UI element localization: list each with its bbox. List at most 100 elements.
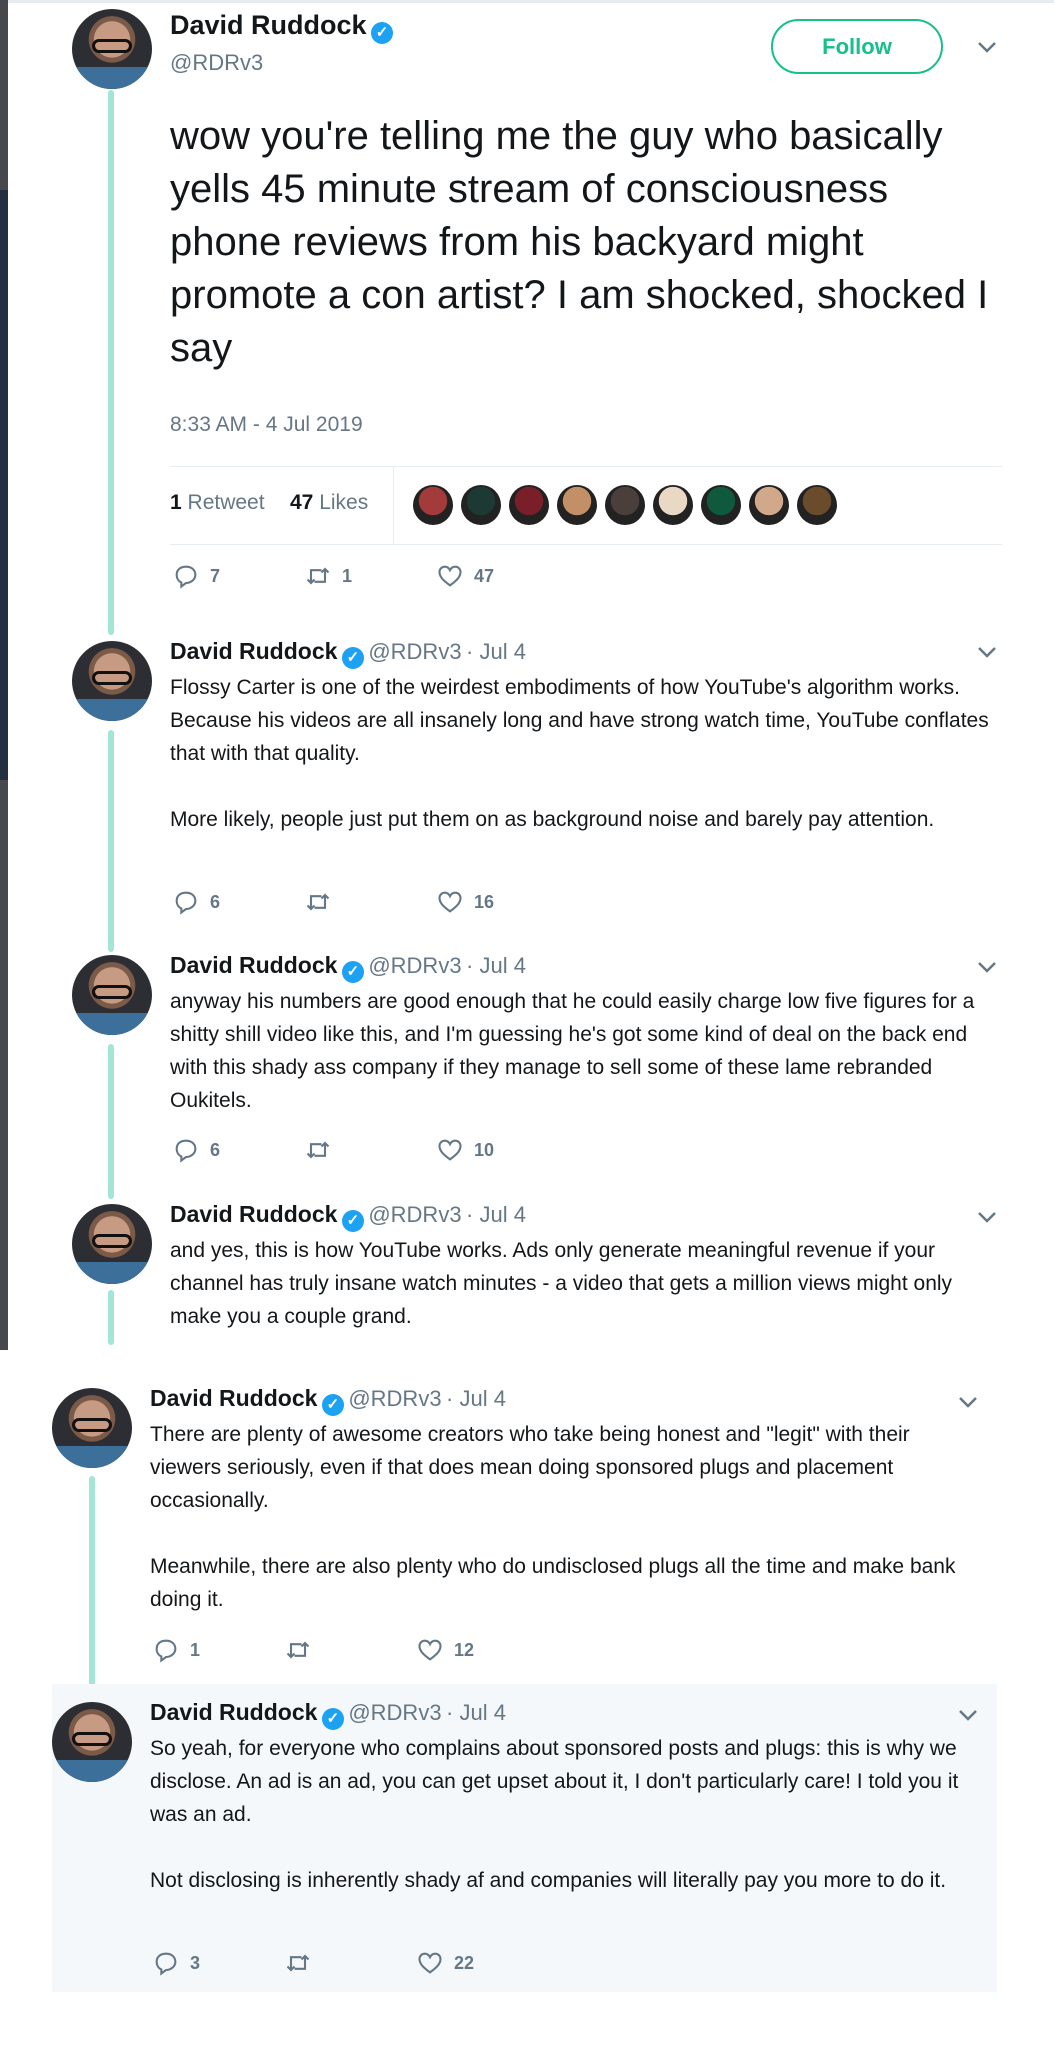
like-button[interactable]: 12	[416, 1636, 474, 1664]
reply-button[interactable]: 6	[172, 888, 304, 916]
liker-avatar[interactable]	[605, 485, 645, 525]
tweet-date[interactable]: · Jul 4	[466, 1202, 526, 1227]
avatar[interactable]	[52, 1388, 132, 1468]
tweet-text: and yes, this is how YouTube works. Ads …	[170, 1239, 953, 1328]
background-window-edge-image	[0, 190, 8, 780]
chevron-down-icon[interactable]	[956, 1703, 980, 1727]
retweet-button[interactable]	[304, 888, 436, 916]
tweet-date[interactable]: · Jul 4	[466, 953, 526, 978]
tweet-date[interactable]: · Jul 4	[446, 1700, 506, 1725]
retweet-button[interactable]: 1	[304, 562, 436, 590]
chevron-down-icon[interactable]	[975, 955, 999, 979]
verified-badge-icon: ✓	[341, 961, 364, 983]
like-button[interactable]: 22	[416, 1949, 474, 1977]
tweet-actions: 3 22	[152, 1949, 474, 1977]
like-button[interactable]: 16	[436, 888, 494, 916]
tweet-text: There are plenty of awesome creators who…	[150, 1423, 956, 1611]
heart-icon	[418, 1639, 442, 1661]
reply-header: David Ruddock ✓ @RDRv3 · Jul 4	[170, 1201, 1000, 1232]
tweet-text: anyway his numbers are good enough that …	[170, 990, 975, 1112]
liker-avatar[interactable]	[509, 485, 549, 525]
verified-badge-icon: ✓	[370, 22, 393, 44]
liker-avatar[interactable]	[797, 485, 837, 525]
verified-badge-icon: ✓	[321, 1708, 344, 1730]
avatar[interactable]	[72, 641, 152, 721]
author-handle[interactable]: @RDRv3	[348, 1386, 441, 1411]
reply-button[interactable]: 6	[172, 1136, 304, 1164]
tweet-date[interactable]: · Jul 4	[466, 639, 526, 664]
like-button[interactable]: 47	[436, 562, 494, 590]
reply-tweet: David Ruddock ✓ @RDRv3 · Jul 4 So yeah, …	[150, 1699, 980, 1897]
avatar[interactable]	[72, 1204, 152, 1284]
reply-count: 6	[210, 891, 221, 912]
reply-tweet: David Ruddock ✓ @RDRv3 · Jul 4 There are…	[150, 1385, 970, 1616]
reply-icon	[175, 891, 197, 915]
author-name[interactable]: David Ruddock	[150, 1699, 317, 1725]
reply-count: 1	[190, 1639, 201, 1660]
liker-avatar[interactable]	[557, 485, 597, 525]
liker-avatar[interactable]	[413, 485, 453, 525]
liker-avatar[interactable]	[749, 485, 789, 525]
like-count: 12	[454, 1639, 475, 1660]
chevron-down-icon[interactable]	[956, 1390, 980, 1414]
reply-tweet: David Ruddock ✓ @RDRv3 · Jul 4 Flossy Ca…	[170, 638, 1000, 836]
author-name[interactable]: David Ruddock	[170, 952, 337, 978]
reply-button[interactable]: 3	[152, 1949, 284, 1977]
main-tweet-header: David Ruddock ✓ @RDRv3	[170, 10, 393, 76]
like-count: 16	[474, 891, 495, 912]
thread-line	[108, 730, 114, 952]
follow-button[interactable]: Follow	[771, 19, 943, 74]
stats-divider	[393, 467, 394, 544]
author-name[interactable]: David Ruddock	[170, 638, 337, 664]
like-count: 10	[474, 1139, 495, 1160]
reply-button[interactable]: 1	[152, 1636, 284, 1664]
retweet-button[interactable]	[304, 1136, 436, 1164]
liker-avatar[interactable]	[701, 485, 741, 525]
avatar[interactable]	[72, 955, 152, 1035]
author-name[interactable]: David Ruddock	[170, 1201, 337, 1227]
reply-button[interactable]: 7	[172, 562, 304, 590]
retweet-count: 1	[342, 565, 353, 586]
reply-icon	[155, 1639, 177, 1663]
author-name[interactable]: David Ruddock	[170, 10, 367, 40]
reply-header: David Ruddock ✓ @RDRv3 · Jul 4	[170, 952, 1010, 983]
reply-icon	[175, 565, 197, 589]
reply-header: David Ruddock ✓ @RDRv3 · Jul 4	[170, 638, 1000, 669]
author-name[interactable]: David Ruddock	[150, 1385, 317, 1411]
author-handle[interactable]: @RDRv3	[368, 1202, 461, 1227]
liker-avatar[interactable]	[653, 485, 693, 525]
author-handle[interactable]: @RDRv3	[368, 639, 461, 664]
like-button[interactable]: 10	[436, 1136, 494, 1164]
reply-icon	[175, 1139, 197, 1163]
reply-header: David Ruddock ✓ @RDRv3 · Jul 4	[150, 1385, 970, 1416]
heart-icon	[418, 1952, 442, 1974]
likes-stat[interactable]: 47 Likes	[290, 491, 368, 515]
avatar[interactable]	[52, 1702, 132, 1782]
chevron-down-icon[interactable]	[975, 35, 999, 59]
main-tweet-actions: 7 1 47	[172, 562, 494, 590]
heart-icon	[438, 891, 462, 913]
tweet-timestamp[interactable]: 8:33 AM - 4 Jul 2019	[170, 413, 363, 437]
chevron-down-icon[interactable]	[975, 640, 999, 664]
retweet-icon	[306, 1141, 330, 1159]
retweets-stat[interactable]: 1 Retweet	[170, 491, 265, 515]
tweet-date[interactable]: · Jul 4	[446, 1386, 506, 1411]
author-handle[interactable]: @RDRv3	[368, 953, 461, 978]
engagement-stats: 1 Retweet 47 Likes	[170, 466, 1002, 545]
like-count: 22	[454, 1952, 475, 1973]
chevron-down-icon[interactable]	[975, 1205, 999, 1229]
retweets-label: Retweet	[187, 491, 265, 514]
liker-avatar[interactable]	[461, 485, 501, 525]
like-count: 47	[474, 565, 495, 586]
retweet-button[interactable]	[284, 1949, 416, 1977]
reply-count: 7	[210, 565, 221, 586]
avatar[interactable]	[72, 9, 152, 89]
retweet-icon	[306, 567, 330, 585]
author-handle[interactable]: @RDRv3	[348, 1700, 441, 1725]
retweet-button[interactable]	[284, 1636, 416, 1664]
retweet-icon	[306, 893, 330, 911]
verified-badge-icon: ✓	[321, 1394, 344, 1416]
author-handle[interactable]: @RDRv3	[170, 50, 393, 76]
verified-badge-icon: ✓	[341, 647, 364, 669]
retweets-count: 1	[170, 491, 182, 514]
